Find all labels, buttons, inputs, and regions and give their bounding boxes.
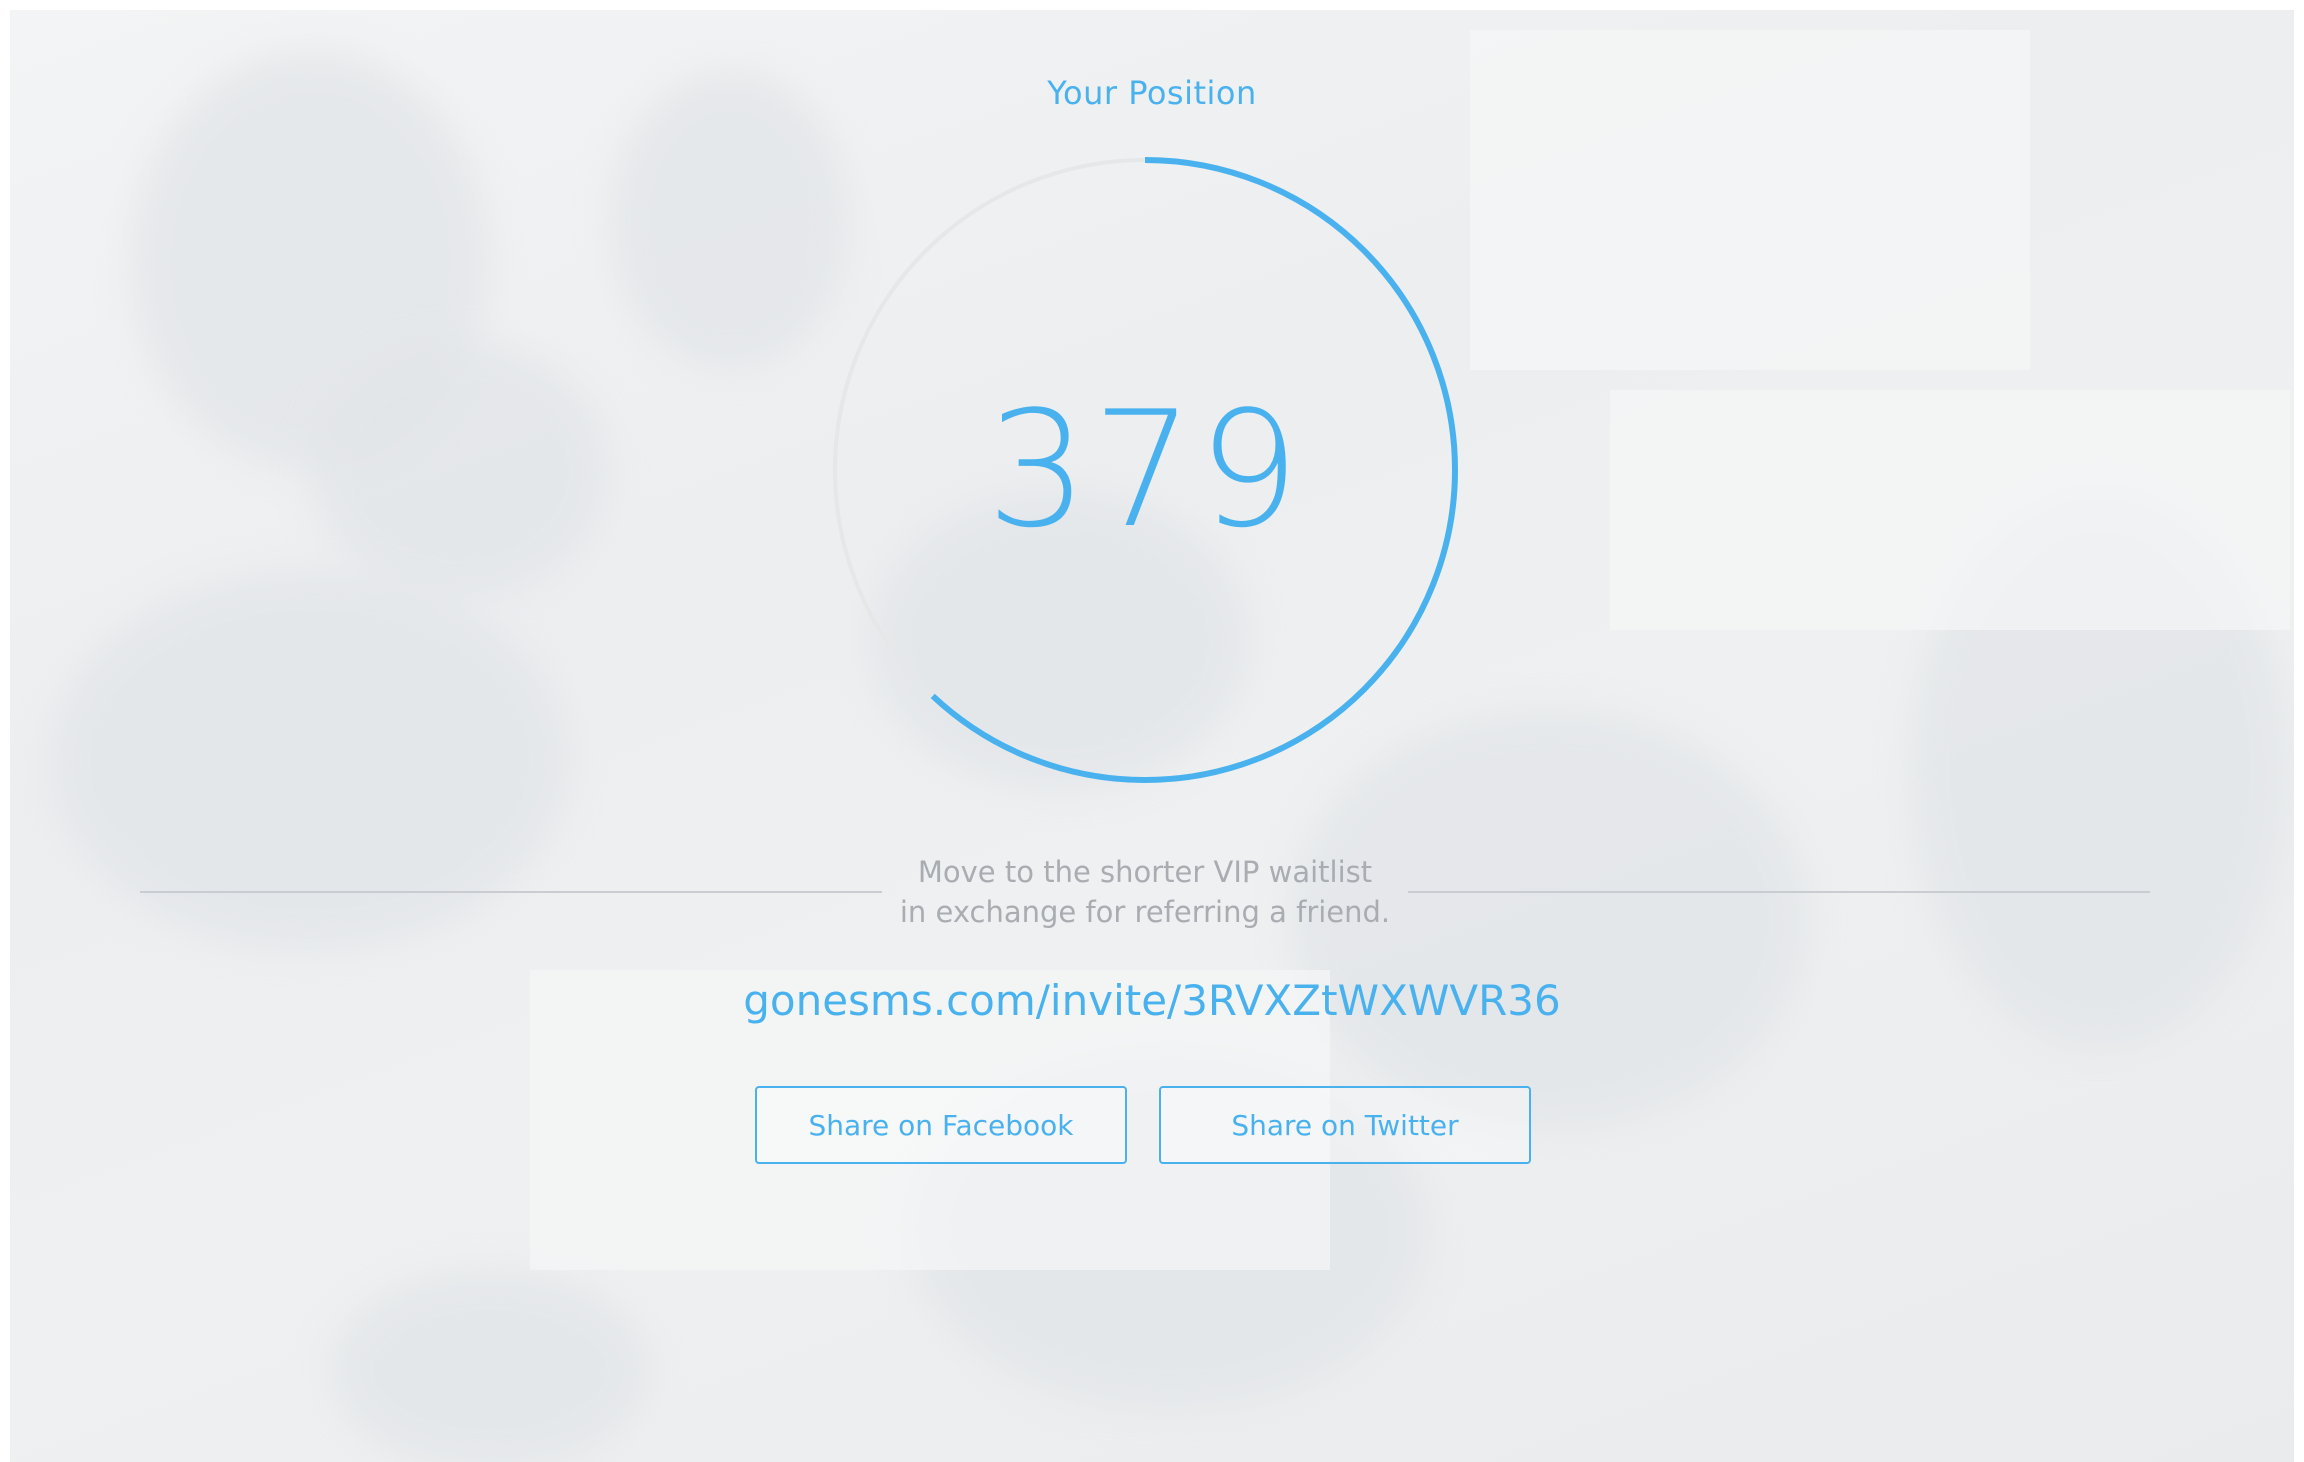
position-number: 379 bbox=[986, 376, 1304, 563]
page-title: Your Position bbox=[1047, 74, 1257, 112]
referral-description: Move to the shorter VIP waitlist in exch… bbox=[882, 852, 1408, 932]
right-divider bbox=[1408, 891, 2150, 893]
share-facebook-label: Share on Facebook bbox=[808, 1108, 1074, 1142]
share-twitter-label: Share on Twitter bbox=[1231, 1108, 1459, 1142]
left-divider bbox=[140, 891, 882, 893]
invite-link[interactable]: gonesms.com/invite/3RVXZtWXWVR36 bbox=[0, 976, 2304, 1025]
description-line-1: Move to the shorter VIP waitlist bbox=[917, 855, 1373, 889]
share-twitter-button[interactable]: Share on Twitter bbox=[1159, 1086, 1531, 1164]
description-line-2: in exchange for referring a friend. bbox=[899, 895, 1391, 929]
share-facebook-button[interactable]: Share on Facebook bbox=[755, 1086, 1127, 1164]
